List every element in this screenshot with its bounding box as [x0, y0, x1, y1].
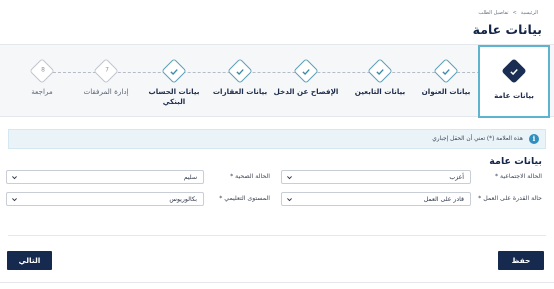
- check-icon: [170, 69, 178, 76]
- check-icon: [236, 69, 244, 76]
- health-status-select[interactable]: سليم: [6, 170, 204, 184]
- step-label: بيانات التابعين: [354, 87, 406, 96]
- step-general-info[interactable]: بيانات عامة: [478, 45, 550, 118]
- chevron-down-icon: [287, 198, 292, 202]
- page-title: بيانات عامة: [472, 22, 542, 37]
- check-icon: [442, 69, 450, 76]
- breadcrumb-home[interactable]: الرئيسية: [521, 10, 538, 16]
- step-label: بيانات الحساب البنكي: [148, 87, 200, 106]
- wizard-stepper: بيانات عامة بيانات العنوان بيانات التابع…: [0, 44, 554, 118]
- step-marker: 7: [93, 58, 119, 84]
- step-marker: [367, 58, 393, 84]
- select-value: بكالوريوس: [169, 196, 197, 203]
- step-marker: [161, 58, 187, 84]
- step-label: بيانات عامة: [494, 91, 534, 100]
- step-marker: 8: [29, 58, 55, 84]
- step-marker: [433, 58, 459, 84]
- info-text: هذه العلامة (*) تعني أن الحقل إجباري: [432, 136, 523, 142]
- next-button[interactable]: التالي: [7, 251, 52, 270]
- check-icon: [510, 69, 518, 76]
- breadcrumb-separator: >: [512, 10, 517, 16]
- info-icon: i: [529, 134, 539, 144]
- step-real-estate[interactable]: بيانات العقارات: [204, 45, 276, 118]
- step-label: بيانات العقارات: [212, 87, 268, 96]
- step-label: إدارة المرفقات: [83, 87, 129, 96]
- step-attachments[interactable]: 7 إدارة المرفقات: [70, 45, 142, 118]
- select-value: سليم: [183, 174, 197, 181]
- step-dependents[interactable]: بيانات التابعين: [344, 45, 416, 118]
- step-marker: [227, 58, 253, 84]
- work-ability-label: حالة القدرة على العمل *: [478, 195, 542, 202]
- health-status-label: الحالة الصحية *: [230, 173, 270, 180]
- step-label: بيانات العنوان: [421, 87, 471, 96]
- select-value: قادر على العمل: [423, 196, 464, 203]
- chevron-down-icon: [12, 198, 17, 202]
- breadcrumb-current: تفاصيل الطلب: [478, 10, 509, 16]
- step-marker: [293, 58, 319, 84]
- step-income-disclosure[interactable]: الإفصاح عن الدخل: [270, 45, 342, 118]
- form-divider: [8, 235, 546, 236]
- breadcrumb: الرئيسية > تفاصيل الطلب: [478, 10, 538, 16]
- step-label: الإفصاح عن الدخل: [273, 87, 339, 96]
- save-button[interactable]: حفظ: [498, 251, 544, 270]
- marital-status-select[interactable]: أعزب: [281, 170, 471, 184]
- step-marker: [501, 58, 527, 84]
- step-bank-account[interactable]: بيانات الحساب البنكي: [138, 45, 210, 118]
- education-level-label: المستوى التعليمي *: [219, 195, 270, 202]
- chevron-down-icon: [12, 176, 17, 180]
- marital-status-label: الحالة الاجتماعية *: [495, 173, 542, 180]
- step-address[interactable]: بيانات العنوان: [410, 45, 482, 118]
- education-level-select[interactable]: بكالوريوس: [6, 192, 204, 206]
- check-icon: [302, 69, 310, 76]
- check-icon: [376, 69, 384, 76]
- step-label: مراجعة: [31, 87, 53, 96]
- work-ability-select[interactable]: قادر على العمل: [281, 192, 471, 206]
- step-number: 7: [105, 66, 109, 74]
- step-number: 8: [41, 66, 45, 74]
- step-review[interactable]: 8 مراجعة: [6, 45, 78, 118]
- required-fields-notice: i هذه العلامة (*) تعني أن الحقل إجباري: [8, 129, 546, 149]
- chevron-down-icon: [287, 176, 292, 180]
- footer-divider: [0, 282, 554, 283]
- section-title: بيانات عامة: [489, 156, 542, 167]
- select-value: أعزب: [449, 174, 464, 181]
